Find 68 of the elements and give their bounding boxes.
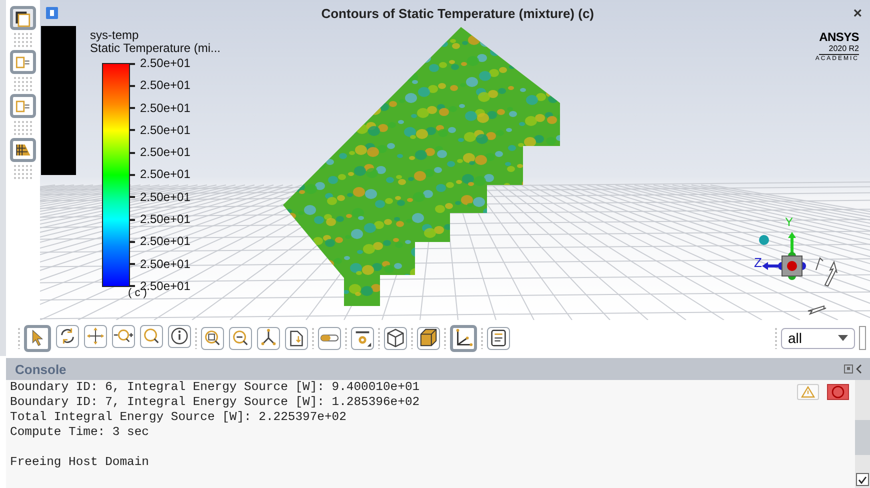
- logo-version: 2020 R2: [818, 44, 859, 55]
- legend-tick-label: 2.50e+01: [130, 146, 190, 160]
- window-title: Contours of Static Temperature (mixture) (c): [320, 6, 596, 20]
- toolbar-button[interactable]: [384, 326, 407, 350]
- logo-brand: ANSYS: [819, 31, 859, 44]
- close-button[interactable]: ×: [845, 4, 870, 22]
- autoscroll-checkbox[interactable]: [856, 473, 869, 486]
- console-line: Boundary ID: 7, Integral Energy Source [W]: 1.285396e+02: [10, 395, 421, 410]
- console-line: Freeing Host Domain: [10, 455, 150, 470]
- legend-tick-label: 2.50e+01: [130, 190, 190, 204]
- toolbar-button[interactable]: [112, 324, 135, 348]
- legend-tick-label: 2.50e+01: [130, 213, 190, 226]
- legend-quantity: Static Temperature (mi...: [90, 42, 220, 55]
- console-line: Compute Time: 3 sec: [10, 425, 150, 440]
- toolbar-button[interactable]: [84, 324, 107, 348]
- legend-title: sys-temp: [90, 29, 140, 42]
- legend-tick-label: 2.50e+01: [130, 235, 190, 248]
- warning-icon: [801, 386, 815, 398]
- legend-tick-label: 2.50e+01: [130, 258, 190, 271]
- grip-handle[interactable]: [377, 327, 381, 349]
- box-icon: [418, 327, 439, 349]
- console-line: Total Integral Energy Source [W]: 2.225397e+02: [10, 410, 348, 425]
- toolbar-button[interactable]: [257, 326, 280, 350]
- toolbar-button[interactable]: [168, 324, 191, 348]
- grip-handle[interactable]: [344, 327, 348, 349]
- axis-label: Z: [754, 255, 762, 270]
- toolbar-button[interactable]: [201, 326, 224, 350]
- grip-handle[interactable]: [13, 32, 33, 48]
- toolbar-button[interactable]: [56, 324, 79, 348]
- toolbar-button[interactable]: [417, 326, 440, 350]
- grip-handle[interactable]: [774, 327, 778, 349]
- toolbar-button[interactable]: [24, 324, 51, 352]
- side-tool-button[interactable]: [10, 138, 36, 162]
- move-icon: [85, 325, 106, 347]
- panel-controls-icon[interactable]: [844, 364, 864, 374]
- note-icon: [488, 327, 509, 349]
- toolbar-button[interactable]: [318, 326, 341, 350]
- dropdown-caret-icon: [838, 335, 848, 341]
- grip-handle[interactable]: [443, 327, 447, 349]
- view-select[interactable]: all: [781, 328, 855, 348]
- toolbar-button[interactable]: [450, 324, 477, 352]
- console-line: Boundary ID: 6, Integral Energy Source [W]: 9.400010e+01: [10, 380, 421, 395]
- scrollbar[interactable]: [855, 380, 870, 488]
- legend-tick-label: 2.50e+01: [130, 168, 190, 182]
- grip-handle[interactable]: [13, 76, 33, 92]
- grip-handle[interactable]: [194, 327, 198, 349]
- toolbar-button[interactable]: [285, 326, 308, 350]
- stop-icon: [831, 385, 845, 399]
- info-icon: [169, 325, 190, 347]
- side-tool-button[interactable]: [10, 6, 36, 30]
- legend-tick-label: 2.50e+01: [130, 79, 190, 92]
- check-icon: [858, 476, 867, 484]
- toolbar-button[interactable]: [229, 326, 252, 350]
- grip-handle[interactable]: [410, 327, 414, 349]
- grip-handle[interactable]: [13, 164, 33, 180]
- grip-handle[interactable]: [17, 327, 21, 349]
- axis-label: Y: [785, 215, 794, 229]
- toolbar-scroll-handle[interactable]: [859, 326, 866, 350]
- legend-tick-label: 2.50e+01: [130, 57, 190, 70]
- toolbar-button[interactable]: [487, 326, 510, 350]
- grip-handle[interactable]: [311, 327, 315, 349]
- grip-handle[interactable]: [13, 120, 33, 136]
- app-icon: [46, 7, 58, 19]
- legend-tick-label: 2.50e+01: [130, 124, 190, 137]
- console-title: Console: [15, 362, 66, 376]
- grip-handle[interactable]: [480, 327, 484, 349]
- legend-tick-label: 2.50e+01: [130, 102, 190, 115]
- cube-icon: [385, 327, 406, 349]
